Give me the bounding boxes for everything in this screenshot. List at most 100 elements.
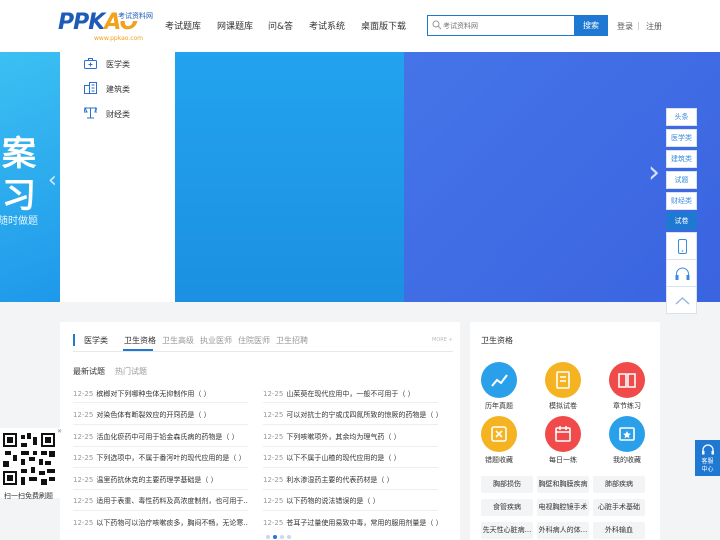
- nav-item-exam-bank[interactable]: 考试题库: [165, 19, 201, 32]
- tab-licensed-physician[interactable]: 执业医师: [200, 335, 232, 346]
- finance-icon: [84, 107, 97, 119]
- row-divider: [73, 402, 248, 403]
- book-icon: [618, 373, 636, 388]
- side-tab-papers[interactable]: 试卷: [666, 212, 697, 230]
- side-tab-finance[interactable]: 财经类: [666, 192, 697, 210]
- list-item[interactable]: 12-25 槟榔对下列哪种虫体无抑制作用（ ）: [73, 389, 248, 399]
- nav-item-desktop-download[interactable]: 桌面版下载: [361, 19, 406, 32]
- mock-paper-button[interactable]: [545, 362, 581, 398]
- list-item[interactable]: 12-25 下列咳嗽项外，其余均为理气药（ ）: [263, 432, 438, 442]
- question-list-panel: [60, 322, 460, 540]
- tab-health-recruitment[interactable]: 卫生招聘: [276, 335, 308, 346]
- topic-chip[interactable]: 肺部疾病: [593, 476, 645, 493]
- tab-health-senior[interactable]: 卫生高级: [162, 335, 194, 346]
- topic-chip[interactable]: 食管疾病: [481, 499, 533, 516]
- row-divider: [73, 510, 248, 511]
- nav-item-qa[interactable]: 问&答: [268, 19, 293, 32]
- pager-dot[interactable]: [287, 535, 291, 539]
- list-item[interactable]: 12-25 以下药物可以治疗咳嗽痰多，胸闷不畅，无论寒...: [73, 518, 248, 528]
- customer-service-label-1: 客服: [701, 458, 714, 465]
- row-divider: [73, 467, 248, 468]
- topic-chip[interactable]: 心脏手术基础: [593, 499, 645, 516]
- past-exams-button[interactable]: [481, 362, 517, 398]
- wrong-questions-button[interactable]: [481, 416, 517, 452]
- search-input[interactable]: [443, 16, 573, 35]
- row-divider: [73, 489, 248, 490]
- list-item[interactable]: 12-25 可以对抗士的宁或戊四氮所致的惊厥的药物是（ ）: [263, 410, 438, 420]
- row-divider: [263, 424, 438, 425]
- subtab-latest[interactable]: 最新试题: [73, 366, 105, 377]
- topic-chip[interactable]: 外科输血: [593, 522, 645, 539]
- building-icon: [84, 82, 97, 94]
- my-favorites-label: 我的收藏: [613, 456, 641, 464]
- past-exams-label: 历年真题: [485, 402, 513, 410]
- topic-chip[interactable]: 外科病人的体...: [537, 522, 589, 539]
- row-divider: [263, 510, 438, 511]
- search-icon: [432, 20, 442, 30]
- section-marker: [73, 334, 75, 346]
- list-item[interactable]: 12-25 利水渗湿药主要的代表药材是（ ）: [263, 475, 438, 485]
- subtab-popular[interactable]: 热门试题: [115, 366, 147, 377]
- row-divider: [263, 489, 438, 490]
- list-item[interactable]: 12-25 活血化瘀药中可用于铅金森氏病的药物是（ ）: [73, 432, 248, 442]
- daily-practice-button[interactable]: [545, 416, 581, 452]
- row-divider: [263, 467, 438, 468]
- topic-chip[interactable]: 胸部损伤: [481, 476, 533, 493]
- list-item[interactable]: 12-25 以下不属于山楂的现代应用的是（ ）: [263, 453, 438, 463]
- tab-health-qualification[interactable]: 卫生资格: [124, 335, 156, 346]
- site-logo[interactable]: PPKAO 考试资料网 www.ppkao.com: [58, 8, 158, 44]
- list-item[interactable]: 12-25 对染色体有断裂效应的开窍药是（ ）: [73, 410, 248, 420]
- carousel-next-arrow-icon[interactable]: ›: [648, 155, 660, 190]
- side-tab-headlines[interactable]: 头条: [666, 108, 697, 126]
- nav-item-course-bank[interactable]: 网课题库: [217, 19, 253, 32]
- qr-code-icon: [3, 433, 55, 485]
- topic-chip[interactable]: 电视胸腔镜手术: [537, 499, 589, 516]
- section-title: 医学类: [84, 336, 108, 345]
- row-divider: [263, 402, 438, 403]
- banner-slogan: 随时做题: [0, 216, 38, 227]
- more-link[interactable]: MORE +: [432, 337, 453, 343]
- side-support-button[interactable]: [666, 259, 697, 287]
- side-back-to-top-button[interactable]: [666, 286, 697, 314]
- my-favorites-button[interactable]: [609, 416, 645, 452]
- row-divider: [73, 424, 248, 425]
- carousel-prev-arrow-icon[interactable]: ‹: [48, 168, 57, 193]
- list-item[interactable]: 12-25 下列选项中，不属于番泻叶的现代应用的是（ ）: [73, 453, 248, 463]
- search-button[interactable]: 搜索: [574, 15, 608, 36]
- medical-kit-icon: [84, 58, 97, 69]
- topic-chip[interactable]: 先天性心脏病...: [481, 522, 533, 539]
- headset-icon: [675, 267, 690, 280]
- pager-dot[interactable]: [266, 535, 270, 539]
- mobile-phone-icon: [678, 239, 687, 254]
- list-item[interactable]: 12-25 适用于表重、毒性药料及高浓度制剂，也可用于...: [73, 496, 248, 506]
- pager-dot[interactable]: [280, 535, 284, 539]
- list-item[interactable]: 12-25 温里药抗休克的主要药理学基础是（ ）: [73, 475, 248, 485]
- page-root: PPKAO 考试资料网 www.ppkao.com 考试题库 网课题库 问&答 …: [0, 0, 720, 540]
- list-item[interactable]: 12-25 苍耳子过量使用易致中毒，常用的服用剂量是（ ）: [263, 518, 438, 528]
- customer-service-button[interactable]: 客服 中心: [695, 440, 720, 476]
- pager-dot-active[interactable]: [273, 535, 277, 539]
- side-tab-construction[interactable]: 建筑类: [666, 150, 697, 168]
- headset-icon: [701, 444, 714, 455]
- star-folder-icon: [619, 427, 635, 441]
- category-item-construction[interactable]: 建筑类: [106, 84, 130, 95]
- nav-item-exam-system[interactable]: 考试系统: [309, 19, 345, 32]
- qr-caption: 扫一扫免费刷题: [4, 492, 53, 500]
- calendar-icon: [555, 426, 571, 442]
- wrong-questions-label: 错题收藏: [485, 456, 513, 464]
- list-item[interactable]: 12-25 山茱萸在现代应用中，一般不可用于（ ）: [263, 389, 438, 399]
- tab-resident-physician[interactable]: 住院医师: [238, 335, 270, 346]
- register-link[interactable]: 注册: [646, 21, 662, 32]
- side-mobile-button[interactable]: [666, 232, 697, 260]
- category-item-finance[interactable]: 财经类: [106, 109, 130, 120]
- close-icon[interactable]: ✕: [57, 428, 62, 435]
- list-item[interactable]: 12-25 以下药物的说法错误的是（ ）: [263, 496, 438, 506]
- chevron-up-icon: [675, 296, 690, 305]
- topic-chip[interactable]: 胸壁和胸膜疾病: [537, 476, 589, 493]
- customer-service-label-2: 中心: [701, 466, 714, 473]
- side-tab-questions[interactable]: 试题: [666, 171, 697, 189]
- side-tab-medical[interactable]: 医学类: [666, 129, 697, 147]
- category-item-medical[interactable]: 医学类: [106, 59, 130, 70]
- chapter-practice-button[interactable]: [609, 362, 645, 398]
- login-link[interactable]: 登录: [617, 21, 633, 32]
